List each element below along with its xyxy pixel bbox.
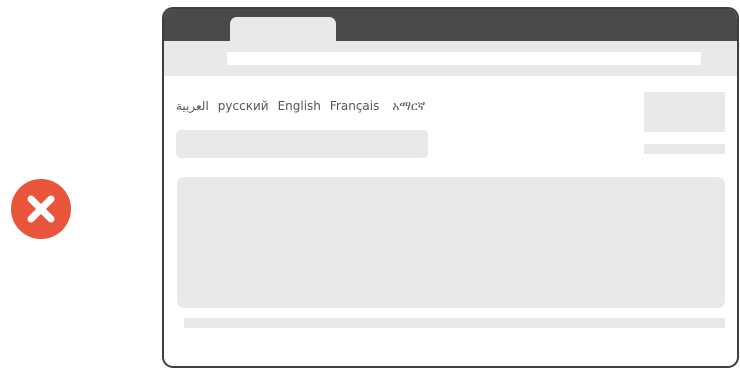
sidebar-block-placeholder bbox=[644, 92, 725, 132]
language-link-amharic[interactable]: አማርኛ bbox=[392, 97, 425, 115]
language-link-english[interactable]: English bbox=[278, 97, 321, 115]
error-x-icon bbox=[11, 179, 71, 239]
browser-window: العربية русский English Français አማርኛ bbox=[162, 7, 739, 368]
footer-line-placeholder bbox=[184, 318, 725, 328]
sidebar-line-placeholder bbox=[644, 144, 725, 154]
illustration: العربية русский English Français አማርኛ bbox=[0, 0, 740, 371]
browser-tab[interactable] bbox=[230, 17, 336, 43]
address-bar[interactable] bbox=[227, 52, 701, 65]
language-link-russian[interactable]: русский bbox=[218, 97, 269, 115]
language-link-arabic[interactable]: العربية bbox=[176, 97, 209, 115]
search-input-placeholder[interactable] bbox=[176, 130, 428, 158]
language-switcher: العربية русский English Français አማርኛ bbox=[176, 97, 425, 115]
browser-toolbar bbox=[164, 41, 737, 76]
language-link-french[interactable]: Français bbox=[330, 97, 379, 115]
main-content-placeholder bbox=[177, 177, 725, 308]
